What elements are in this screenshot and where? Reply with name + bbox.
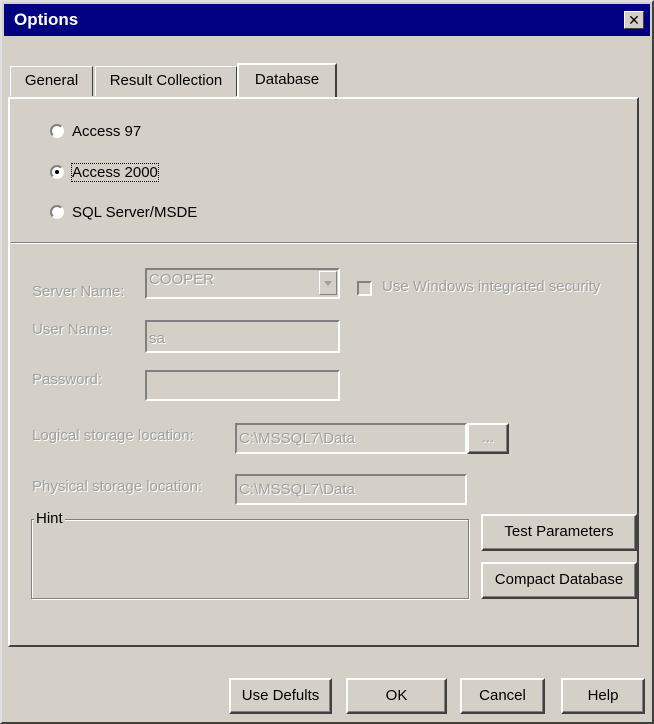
title-bar[interactable]: Options ✕ [4, 4, 650, 36]
button-label: Compact Database [494, 571, 624, 588]
user-name-label: User Name: [32, 321, 113, 338]
button-label: Help [587, 687, 619, 704]
physical-storage-value: C:\MSSQL7\Data [239, 481, 355, 498]
integrated-security-checkbox[interactable] [357, 281, 372, 296]
physical-storage-field[interactable]: C:\MSSQL7\Data [235, 474, 467, 505]
server-name-label: Server Name: [32, 283, 125, 300]
radio-button[interactable] [50, 124, 64, 138]
hint-label: Hint [34, 510, 65, 527]
browse-button[interactable]: ... [467, 423, 509, 454]
logical-storage-label: Logical storage location: [32, 427, 194, 444]
logical-storage-field[interactable]: C:\MSSQL7\Data [235, 423, 467, 454]
chevron-down-icon[interactable] [319, 271, 337, 295]
cancel-button[interactable]: Cancel [460, 678, 545, 714]
radio-label: Access 97 [72, 122, 142, 140]
tab-general[interactable]: General [10, 66, 93, 96]
section-separator [11, 242, 637, 244]
button-label: OK [385, 687, 408, 704]
user-name-value: sa [149, 330, 165, 347]
tab-database[interactable]: Database [237, 63, 337, 97]
button-label: Test Parameters [504, 523, 614, 540]
tab-result-collection[interactable]: Result Collection [95, 66, 237, 96]
button-label: Cancel [479, 687, 526, 704]
radio-label: Access 2000 [71, 162, 159, 182]
test-parameters-button[interactable]: Test Parameters [481, 514, 637, 551]
password-label: Password: [32, 371, 103, 388]
physical-storage-label: Physical storage location: [32, 478, 203, 495]
user-name-field[interactable]: sa [145, 320, 340, 353]
radio-access-97[interactable]: Access 97 [50, 120, 141, 142]
browse-label: ... [481, 429, 495, 446]
password-field[interactable] [145, 370, 340, 401]
close-button[interactable]: ✕ [624, 11, 644, 29]
server-name-dropdown[interactable]: COOPER [145, 268, 340, 299]
radio-button[interactable] [50, 165, 64, 179]
tab-label: Result Collection [109, 72, 223, 89]
ok-button[interactable]: OK [346, 678, 447, 714]
radio-label: SQL Server/MSDE [72, 203, 198, 221]
button-label: Use Defults [241, 687, 320, 704]
close-icon: ✕ [628, 12, 640, 28]
window-title: Options [14, 10, 79, 29]
radio-button[interactable] [50, 205, 64, 219]
server-name-value: COOPER [149, 271, 215, 288]
use-defaults-button[interactable]: Use Defults [229, 678, 332, 714]
hint-groupbox [31, 519, 469, 599]
tab-label: Database [254, 71, 320, 88]
compact-database-button[interactable]: Compact Database [481, 562, 637, 599]
radio-access-2000[interactable]: Access 2000 [50, 161, 159, 183]
tab-label: General [24, 72, 79, 89]
radio-selected-dot [55, 170, 59, 174]
radio-sql-server[interactable]: SQL Server/MSDE [50, 201, 197, 223]
integrated-security-label: Use Windows integrated security [382, 278, 601, 295]
logical-storage-value: C:\MSSQL7\Data [239, 430, 355, 447]
help-button[interactable]: Help [561, 678, 645, 714]
